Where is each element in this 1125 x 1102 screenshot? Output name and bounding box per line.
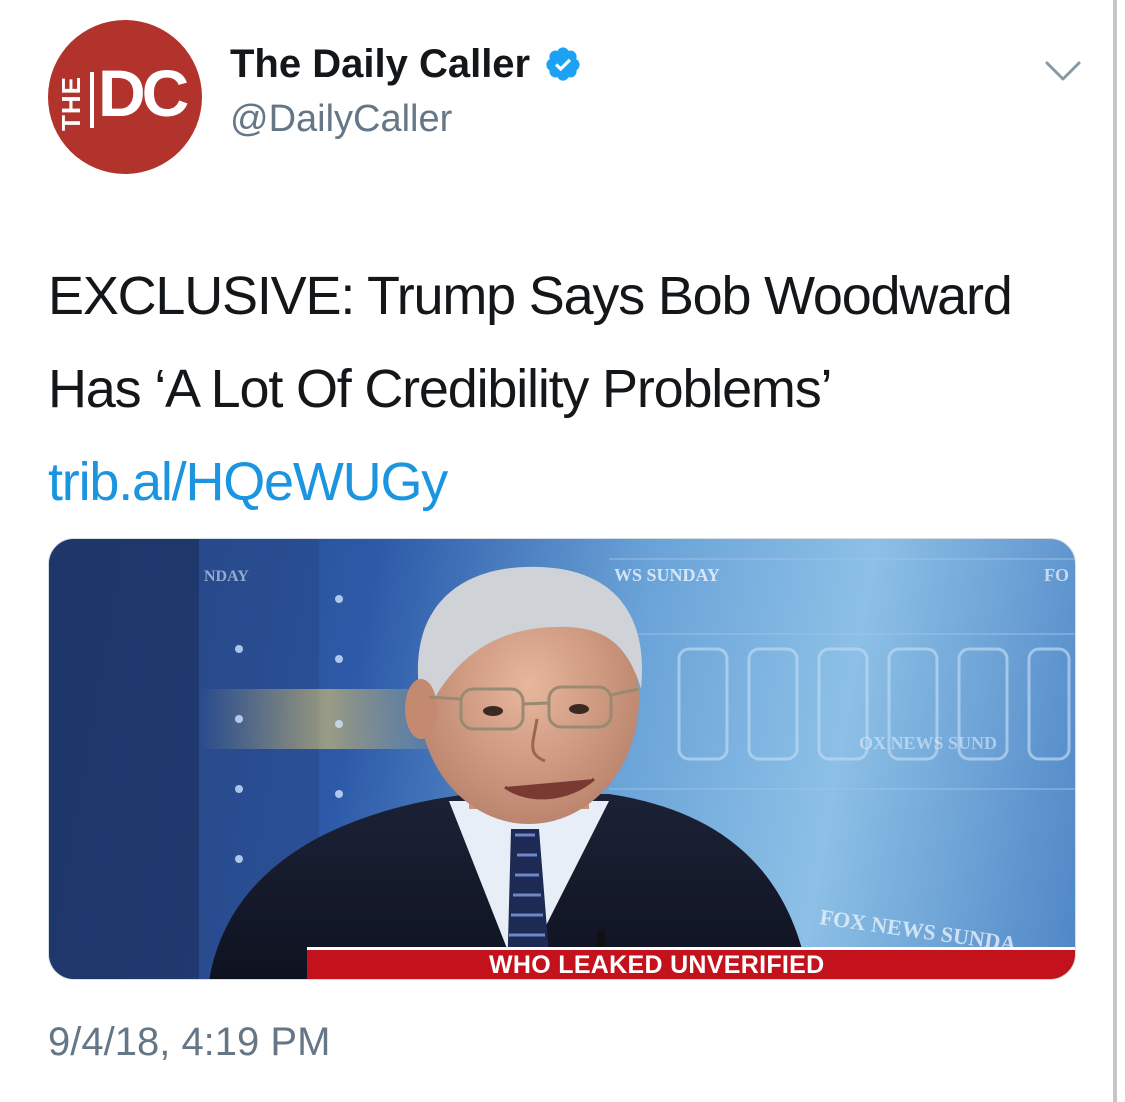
chyron-banner: WHO LEAKED UNVERIFIED <box>307 947 1075 979</box>
studio-text-4: OX NEWS SUND <box>859 733 997 753</box>
tweet-text: EXCLUSIVE: Trump Says Bob Woodward Has ‘… <box>48 250 1048 529</box>
chyron-text: WHO LEAKED UNVERIFIED <box>489 951 825 979</box>
scrollbar[interactable] <box>1113 0 1117 1102</box>
account-handle[interactable]: @DailyCaller <box>230 100 452 138</box>
author-name-row[interactable]: The Daily Caller <box>230 44 582 84</box>
tweet-body: EXCLUSIVE: Trump Says Bob Woodward Has ‘… <box>48 266 1013 419</box>
tweet-page: THE DC The Daily Caller @DailyCaller EXC… <box>0 0 1125 1102</box>
avatar-logo-divider <box>90 72 94 128</box>
avatar-logo-letters: DC <box>98 56 189 130</box>
display-name[interactable]: The Daily Caller <box>230 44 530 84</box>
chevron-down-icon[interactable] <box>1044 58 1082 84</box>
media-image[interactable]: NDAY WS SUNDAY FO OX NEWS SUND FOX NEWS … <box>48 538 1076 980</box>
tweet-link[interactable]: trib.al/HQeWUGy <box>48 452 448 512</box>
avatar-logo-prefix: THE <box>56 76 86 131</box>
tweet-timestamp[interactable]: 9/4/18, 4:19 PM <box>48 1022 330 1062</box>
studio-background: NDAY WS SUNDAY FO OX NEWS SUND FOX NEWS … <box>49 539 1075 979</box>
studio-text-3: FO <box>1044 565 1069 585</box>
verified-badge-icon <box>546 47 580 81</box>
studio-text-2: WS SUNDAY <box>614 565 720 585</box>
studio-text-1: NDAY <box>204 568 249 585</box>
avatar[interactable]: THE DC <box>48 20 202 174</box>
